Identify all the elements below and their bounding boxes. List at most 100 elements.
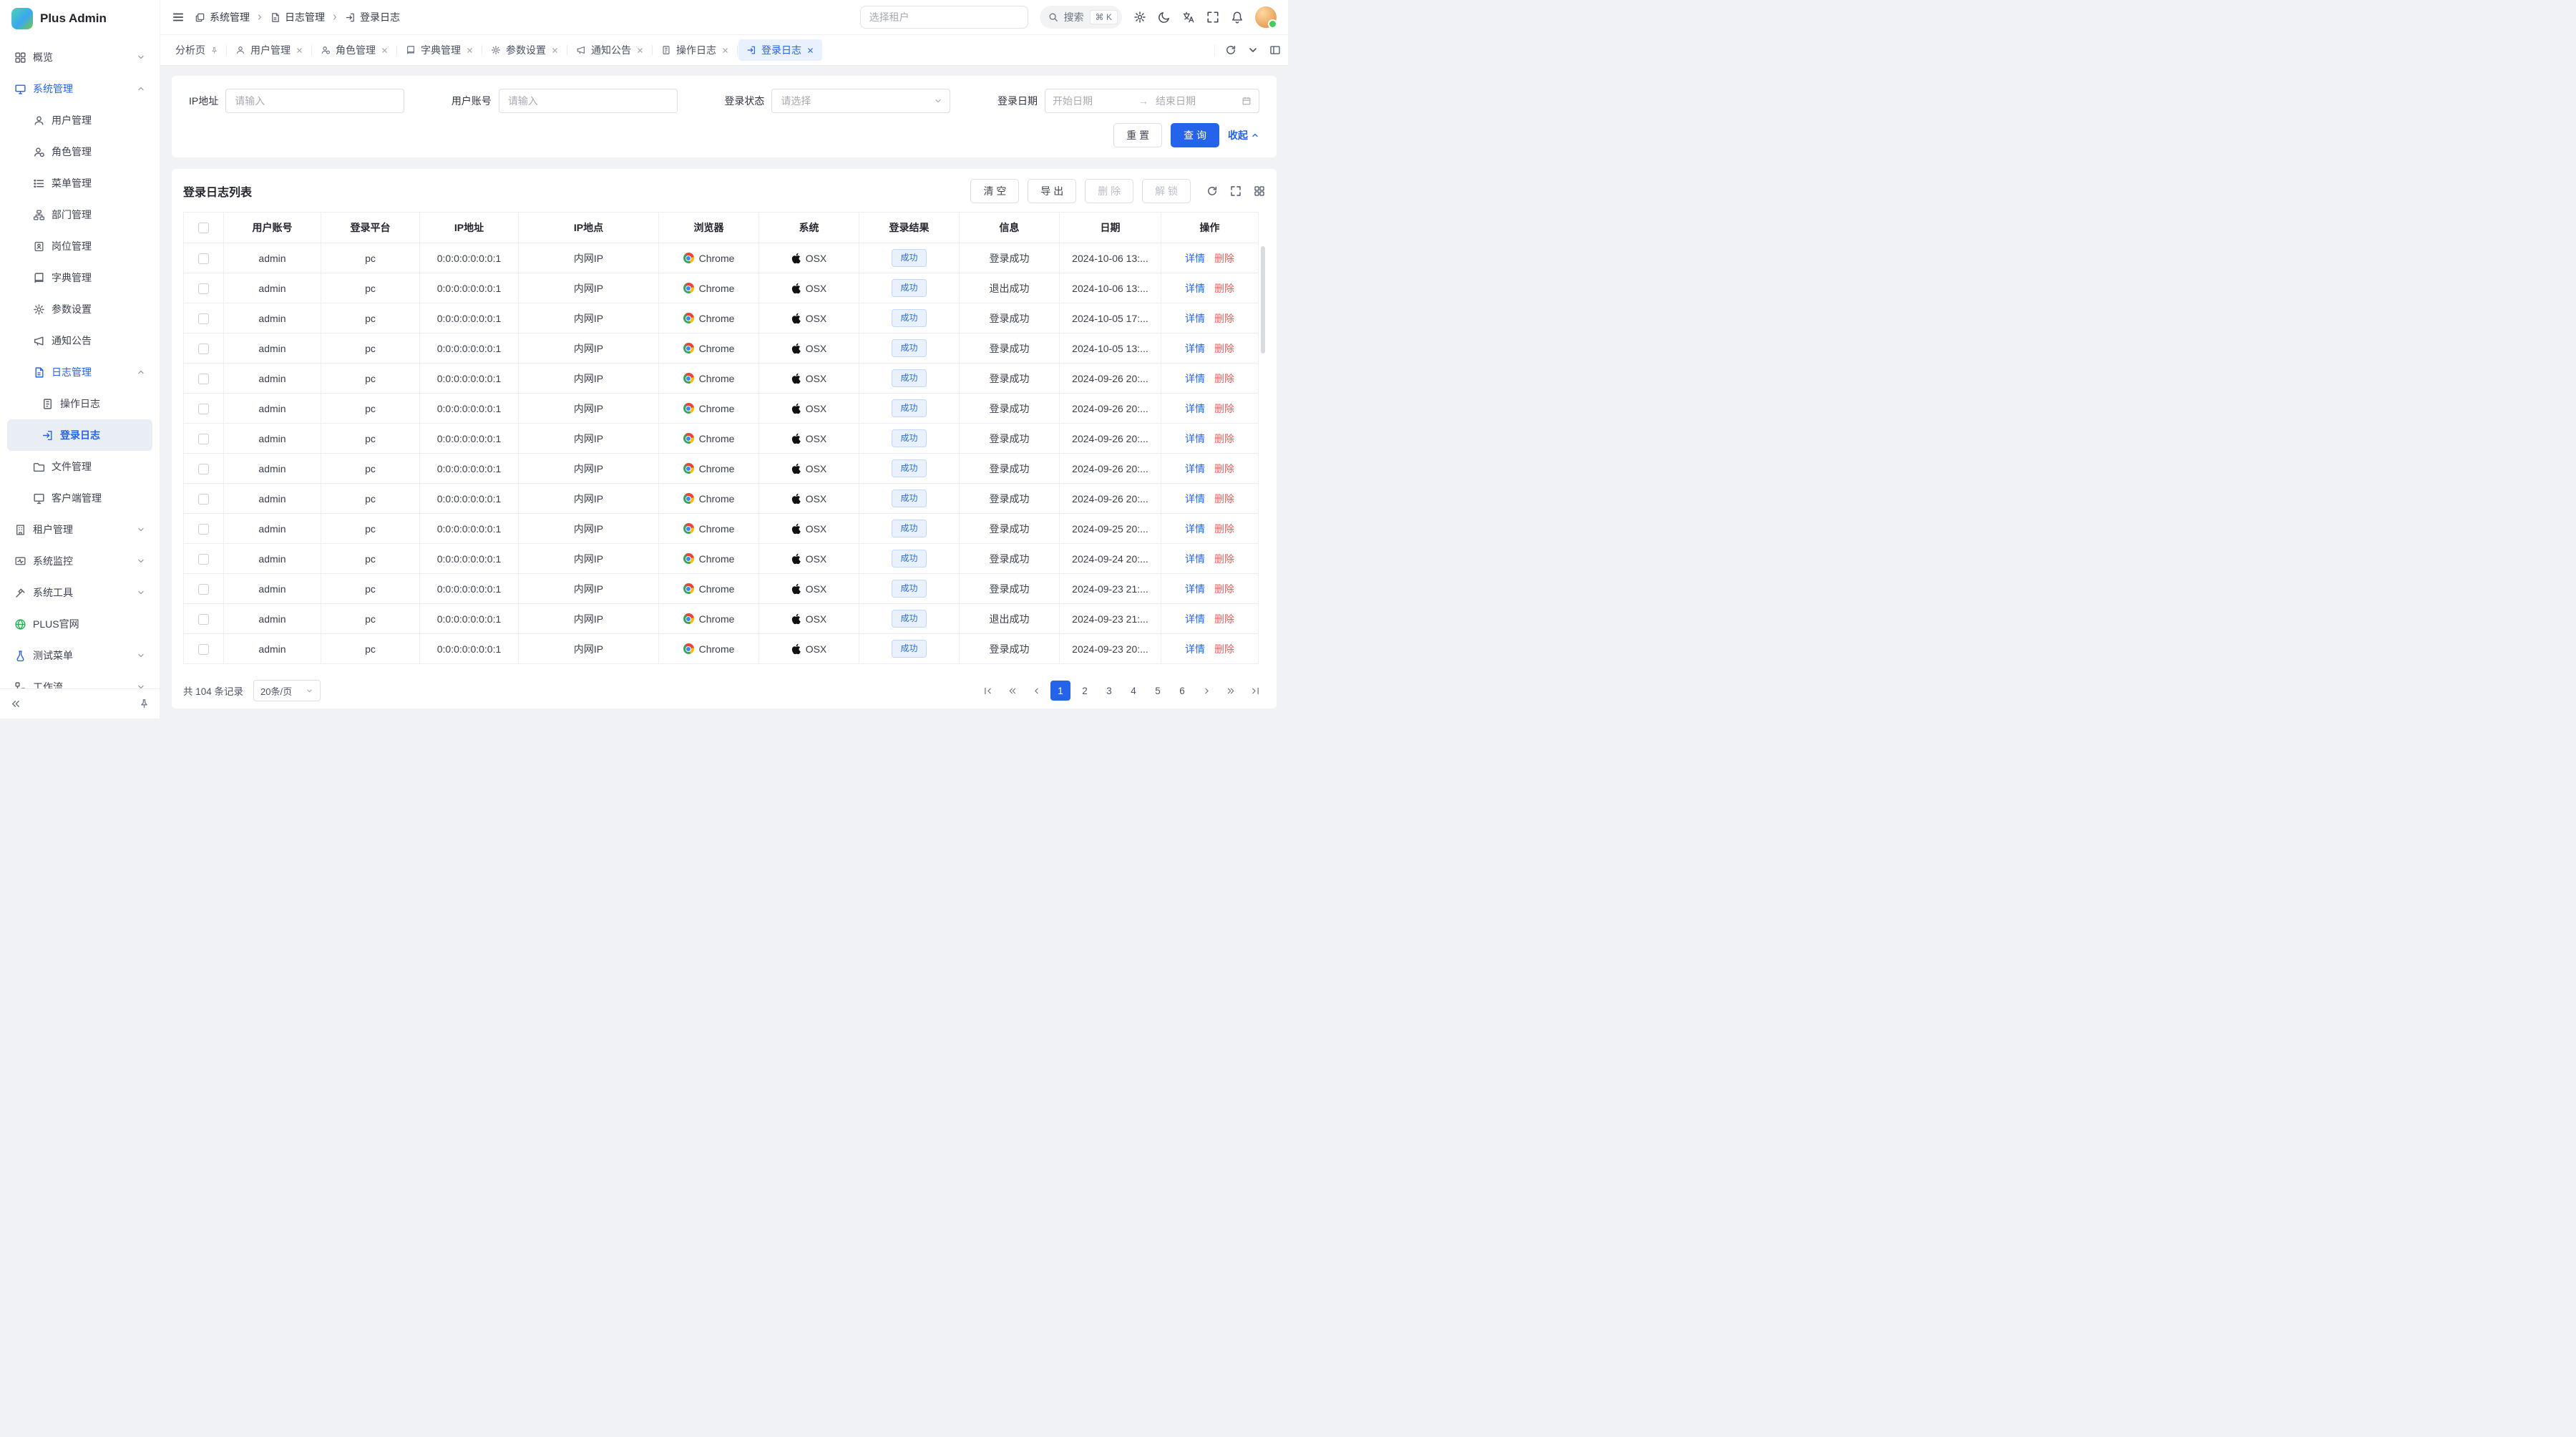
- page-number-button[interactable]: 3: [1099, 681, 1119, 701]
- row-checkbox[interactable]: [198, 524, 209, 535]
- sidebar-item-system-monitor[interactable]: 系统监控: [7, 545, 152, 577]
- hamburger-menu-icon[interactable]: [172, 11, 185, 24]
- unlock-button[interactable]: 解 锁: [1142, 179, 1191, 203]
- detail-link[interactable]: 详情: [1185, 283, 1205, 294]
- sidebar-item-system-mgmt[interactable]: 系统管理: [7, 73, 152, 104]
- tab-user-mgmt[interactable]: 用户管理: [228, 39, 311, 61]
- notification-bell-icon[interactable]: [1231, 11, 1244, 24]
- sidebar-item-log-mgmt[interactable]: 日志管理: [7, 356, 152, 388]
- next-page-button[interactable]: [1196, 681, 1216, 701]
- ip-input[interactable]: [225, 89, 404, 113]
- row-checkbox[interactable]: [198, 344, 209, 354]
- fullscreen-icon[interactable]: [1206, 11, 1219, 24]
- close-icon[interactable]: [636, 47, 644, 54]
- tab-operation-log[interactable]: 操作日志: [653, 39, 737, 61]
- refresh-icon[interactable]: [1225, 44, 1236, 56]
- first-page-button[interactable]: [977, 681, 997, 701]
- sidebar-item-param-settings[interactable]: 参数设置: [7, 293, 152, 325]
- refresh-icon[interactable]: [1206, 185, 1218, 197]
- collapse-filter-link[interactable]: 收起: [1228, 128, 1259, 142]
- detail-link[interactable]: 详情: [1185, 463, 1205, 474]
- delete-link[interactable]: 删除: [1214, 613, 1234, 625]
- sidebar-item-post-mgmt[interactable]: 岗位管理: [7, 230, 152, 262]
- row-checkbox[interactable]: [198, 313, 209, 324]
- sidebar-item-role-mgmt[interactable]: 角色管理: [7, 136, 152, 167]
- tenant-select[interactable]: 选择租户: [860, 6, 1028, 29]
- row-checkbox[interactable]: [198, 404, 209, 414]
- layout-columns-icon[interactable]: [1269, 44, 1281, 56]
- detail-link[interactable]: 详情: [1185, 493, 1205, 505]
- delete-link[interactable]: 删除: [1214, 313, 1234, 324]
- delete-link[interactable]: 删除: [1214, 253, 1234, 264]
- fullscreen-icon[interactable]: [1230, 185, 1241, 197]
- page-number-button[interactable]: 5: [1148, 681, 1168, 701]
- prev-page-button[interactable]: [1026, 681, 1046, 701]
- column-settings-grid-icon[interactable]: [1254, 185, 1265, 197]
- delete-button[interactable]: 删 除: [1085, 179, 1133, 203]
- detail-link[interactable]: 详情: [1185, 403, 1205, 414]
- tab-param-settings[interactable]: 参数设置: [483, 39, 567, 61]
- page-number-button[interactable]: 4: [1123, 681, 1143, 701]
- close-icon[interactable]: [806, 47, 814, 54]
- status-select[interactable]: 请选择: [771, 89, 950, 113]
- breadcrumb-item-system[interactable]: 系统管理: [195, 10, 250, 24]
- date-range-picker[interactable]: 开始日期 → 结束日期: [1045, 89, 1259, 113]
- delete-link[interactable]: 删除: [1214, 553, 1234, 565]
- tab-analysis[interactable]: 分析页: [167, 39, 226, 61]
- row-checkbox[interactable]: [198, 464, 209, 474]
- detail-link[interactable]: 详情: [1185, 613, 1205, 625]
- delete-link[interactable]: 删除: [1214, 373, 1234, 384]
- sidebar-item-dict-mgmt[interactable]: 字典管理: [7, 262, 152, 293]
- close-icon[interactable]: [466, 47, 474, 54]
- row-checkbox[interactable]: [198, 554, 209, 565]
- delete-link[interactable]: 删除: [1214, 643, 1234, 655]
- settings-gear-icon[interactable]: [1133, 11, 1146, 24]
- delete-link[interactable]: 删除: [1214, 523, 1234, 535]
- page-number-button[interactable]: 2: [1075, 681, 1095, 701]
- user-avatar[interactable]: [1255, 6, 1277, 28]
- detail-link[interactable]: 详情: [1185, 583, 1205, 595]
- row-checkbox[interactable]: [198, 494, 209, 505]
- sidebar-item-notice[interactable]: 通知公告: [7, 325, 152, 356]
- close-icon[interactable]: [296, 47, 303, 54]
- tab-role-mgmt[interactable]: 角色管理: [313, 39, 396, 61]
- export-button[interactable]: 导 出: [1028, 179, 1076, 203]
- detail-link[interactable]: 详情: [1185, 433, 1205, 444]
- collapse-sidebar-icon[interactable]: [10, 698, 21, 709]
- detail-link[interactable]: 详情: [1185, 373, 1205, 384]
- detail-link[interactable]: 详情: [1185, 643, 1205, 655]
- sidebar-item-overview[interactable]: 概览: [7, 42, 152, 73]
- detail-link[interactable]: 详情: [1185, 253, 1205, 264]
- pin-icon[interactable]: [210, 47, 218, 54]
- breadcrumb-item-logs[interactable]: 日志管理: [270, 10, 325, 24]
- page-size-select[interactable]: 20条/页: [253, 680, 321, 701]
- vertical-scrollbar-thumb[interactable]: [1261, 246, 1265, 354]
- dark-mode-moon-icon[interactable]: [1158, 11, 1171, 24]
- row-checkbox[interactable]: [198, 434, 209, 444]
- page-number-button[interactable]: 6: [1172, 681, 1192, 701]
- global-search[interactable]: 搜索 ⌘ K: [1040, 6, 1122, 29]
- jump-back-button[interactable]: [1002, 681, 1022, 701]
- delete-link[interactable]: 删除: [1214, 493, 1234, 505]
- select-all-checkbox[interactable]: [198, 223, 209, 233]
- close-icon[interactable]: [551, 47, 559, 54]
- row-checkbox[interactable]: [198, 584, 209, 595]
- detail-link[interactable]: 详情: [1185, 523, 1205, 535]
- row-checkbox[interactable]: [198, 644, 209, 655]
- sidebar-item-test-menu[interactable]: 测试菜单: [7, 640, 152, 671]
- detail-link[interactable]: 详情: [1185, 313, 1205, 324]
- tab-login-log[interactable]: 登录日志: [738, 39, 822, 61]
- sidebar-item-file-mgmt[interactable]: 文件管理: [7, 451, 152, 482]
- sidebar-item-dept-mgmt[interactable]: 部门管理: [7, 199, 152, 230]
- breadcrumb-item-login-log[interactable]: 登录日志: [345, 10, 400, 24]
- brand[interactable]: Plus Admin: [0, 0, 160, 37]
- sidebar-item-operation-log[interactable]: 操作日志: [7, 388, 152, 419]
- reset-button[interactable]: 重 置: [1113, 123, 1162, 147]
- chevron-down-icon[interactable]: [1247, 44, 1259, 56]
- row-checkbox[interactable]: [198, 283, 209, 294]
- delete-link[interactable]: 删除: [1214, 433, 1234, 444]
- tab-notice[interactable]: 通知公告: [568, 39, 652, 61]
- close-icon[interactable]: [721, 47, 729, 54]
- sidebar-item-login-log[interactable]: 登录日志: [7, 419, 152, 451]
- row-checkbox[interactable]: [198, 374, 209, 384]
